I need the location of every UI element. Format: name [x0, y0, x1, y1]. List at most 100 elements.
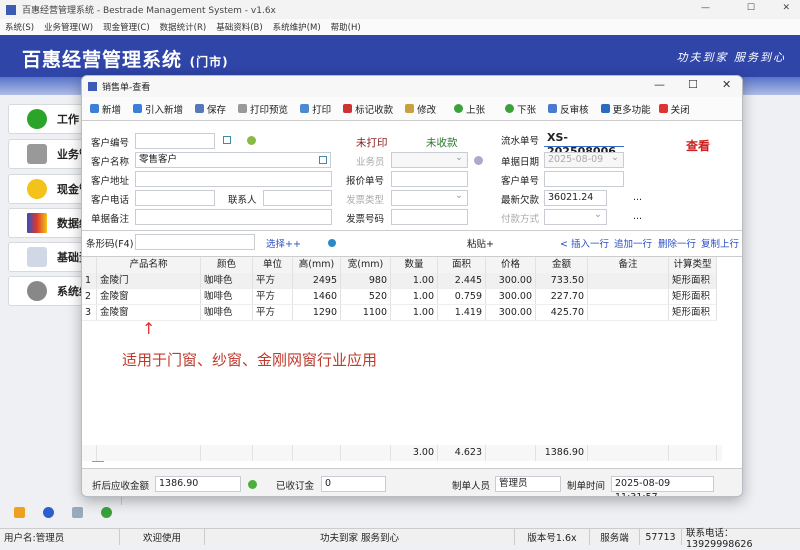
barcode-input[interactable]: [135, 234, 255, 250]
menu-basic[interactable]: 基础资料(B): [211, 21, 267, 33]
table-cell[interactable]: 733.50: [536, 273, 588, 288]
quote-no-input[interactable]: [391, 171, 468, 187]
table-cell[interactable]: 1290: [293, 305, 341, 320]
table-cell[interactable]: 1.00: [391, 289, 438, 304]
address-input[interactable]: [135, 171, 332, 187]
menu-system[interactable]: 系统(S): [0, 21, 39, 33]
menu-help[interactable]: 帮助(H): [326, 21, 366, 33]
table-cell[interactable]: 1.00: [391, 305, 438, 320]
table-cell[interactable]: [588, 305, 669, 320]
debt-more-button[interactable]: ...: [633, 192, 642, 203]
table-cell[interactable]: [588, 273, 669, 288]
table-cell[interactable]: 227.70: [536, 289, 588, 304]
invoice-no-input[interactable]: [391, 209, 468, 225]
customer-order-input[interactable]: [544, 171, 624, 187]
table-cell[interactable]: 425.70: [536, 305, 588, 320]
copy-row-button[interactable]: 复制上行: [701, 236, 739, 250]
table-cell[interactable]: 金陵窗: [97, 305, 201, 320]
table-cell[interactable]: 980: [341, 273, 391, 288]
edit-button[interactable]: 修改: [405, 102, 436, 116]
table-cell[interactable]: 300.00: [486, 289, 536, 304]
key-icon[interactable]: [14, 507, 25, 518]
table-cell[interactable]: 平方: [253, 289, 293, 304]
new-button[interactable]: 新增: [90, 102, 121, 116]
table-row[interactable]: 1 金陵门 咖啡色 平方 2495 980 1.00 2.445 300.00 733.50 矩形面…: [82, 273, 717, 289]
mark-paid-button[interactable]: 标记收款: [343, 102, 393, 116]
search-icon[interactable]: [223, 136, 231, 144]
import-new-button[interactable]: 引入新增: [133, 102, 183, 116]
table-cell[interactable]: 1100: [341, 305, 391, 320]
table-cell[interactable]: 0.759: [438, 289, 486, 304]
delete-row-button[interactable]: 删除一行: [658, 236, 696, 250]
more-button[interactable]: 更多功能: [600, 102, 651, 116]
column-header[interactable]: 宽(mm): [341, 257, 391, 273]
print-preview-button[interactable]: 打印预览: [238, 102, 288, 116]
clock-icon[interactable]: [43, 507, 54, 518]
menu-cash[interactable]: 现金管理(C): [98, 21, 155, 33]
deposit-input[interactable]: 0: [321, 476, 386, 492]
menu-business[interactable]: 业务管理(W): [39, 21, 98, 33]
table-row[interactable]: 3 金陵窗 咖啡色 平方 1290 1100 1.00 1.419 300.00 425.70 矩形…: [82, 305, 717, 321]
table-cell[interactable]: 金陵窗: [97, 289, 201, 304]
dialog-maximize-button[interactable]: ☐: [688, 78, 698, 91]
search-icon[interactable]: [319, 156, 327, 164]
invoice-type-select[interactable]: [391, 189, 468, 206]
contact-input[interactable]: [263, 190, 332, 206]
remark-input[interactable]: [135, 209, 332, 225]
column-header[interactable]: [82, 257, 97, 273]
table-cell[interactable]: 矩形面积: [669, 273, 717, 288]
save-button[interactable]: 保存: [195, 102, 226, 116]
column-header[interactable]: 颜色: [201, 257, 253, 273]
close-dialog-button[interactable]: 关闭: [658, 102, 690, 116]
add-icon[interactable]: [247, 136, 256, 145]
column-header[interactable]: 产品名称: [97, 257, 201, 273]
table-cell[interactable]: 平方: [253, 273, 293, 288]
customer-name-input[interactable]: 零售客户: [135, 152, 331, 168]
maximize-button[interactable]: ☐: [747, 3, 755, 13]
customer-no-input[interactable]: [135, 133, 215, 149]
search-icon[interactable]: [72, 507, 83, 518]
table-cell[interactable]: [588, 289, 669, 304]
next-button[interactable]: 下张: [505, 102, 536, 116]
salesman-icon[interactable]: [474, 156, 483, 165]
table-cell[interactable]: 金陵门: [97, 273, 201, 288]
serial-no-input[interactable]: XS-202508006: [544, 131, 624, 158]
column-header[interactable]: 单位: [253, 257, 293, 273]
menu-stats[interactable]: 数据统计(R): [155, 21, 212, 33]
table-cell[interactable]: 300.00: [486, 305, 536, 320]
pay-method-select[interactable]: [544, 208, 607, 225]
column-header[interactable]: 计算类型: [669, 257, 717, 273]
table-cell[interactable]: 520: [341, 289, 391, 304]
phone-input[interactable]: [135, 190, 215, 206]
table-cell[interactable]: 2: [82, 289, 97, 304]
table-cell[interactable]: 300.00: [486, 273, 536, 288]
dialog-close-button[interactable]: ✕: [722, 78, 731, 91]
menu-maintenance[interactable]: 系统维护(M): [268, 21, 326, 33]
column-header[interactable]: 价格: [486, 257, 536, 273]
table-cell[interactable]: 咖啡色: [201, 273, 253, 288]
table-cell[interactable]: 矩形面积: [669, 305, 717, 320]
table-cell[interactable]: 矩形面积: [669, 289, 717, 304]
append-row-button[interactable]: 追加一行: [614, 236, 652, 250]
table-cell[interactable]: 平方: [253, 305, 293, 320]
table-cell[interactable]: 咖啡色: [201, 289, 253, 304]
minimize-button[interactable]: —: [701, 3, 710, 13]
salesman-select[interactable]: [391, 151, 468, 168]
globe-icon[interactable]: [328, 239, 336, 247]
table-cell[interactable]: 1.00: [391, 273, 438, 288]
table-cell[interactable]: 2495: [293, 273, 341, 288]
table-cell[interactable]: 1: [82, 273, 97, 288]
paste-button[interactable]: 粘贴+: [467, 236, 494, 250]
dialog-minimize-button[interactable]: —: [654, 78, 665, 91]
insert-row-button[interactable]: < 插入一行: [560, 236, 609, 250]
back-icon[interactable]: [101, 507, 112, 518]
unapprove-button[interactable]: 反审核: [548, 102, 589, 116]
select-button[interactable]: 选择++: [266, 236, 301, 250]
table-cell[interactable]: 咖啡色: [201, 305, 253, 320]
table-cell[interactable]: 1.419: [438, 305, 486, 320]
column-header[interactable]: 备注: [588, 257, 669, 273]
print-button[interactable]: 打印: [300, 102, 331, 116]
column-header[interactable]: 数量: [391, 257, 438, 273]
table-cell[interactable]: 2.445: [438, 273, 486, 288]
previous-button[interactable]: 上张: [454, 102, 485, 116]
